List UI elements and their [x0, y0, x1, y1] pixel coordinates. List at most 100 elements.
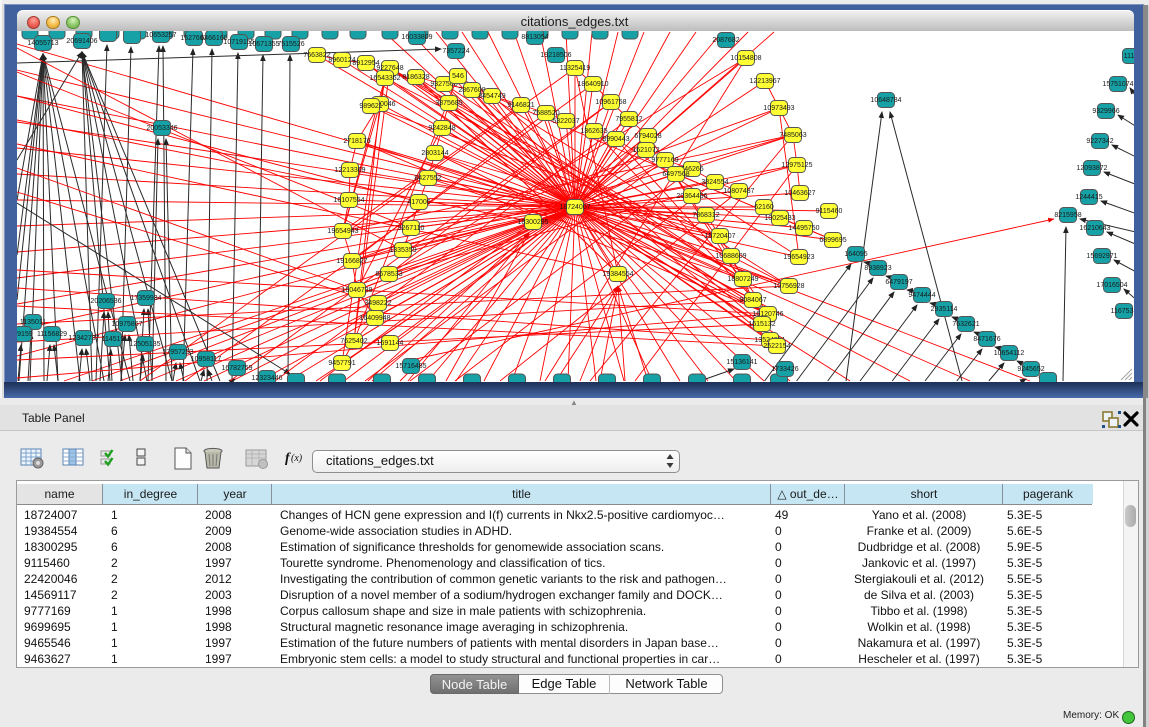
svg-text:546: 546 [452, 73, 464, 80]
svg-text:16046738: 16046738 [341, 287, 372, 294]
svg-text:7357224: 7357224 [442, 48, 469, 55]
svg-text:9115460: 9115460 [816, 208, 843, 215]
svg-text:8186328: 8186328 [402, 74, 429, 81]
svg-text:1167533: 1167533 [1111, 308, 1134, 315]
svg-text:15751074: 15751074 [1102, 81, 1133, 88]
svg-text:16543362: 16543362 [369, 75, 400, 82]
svg-text:6899695: 6899695 [819, 237, 846, 244]
svg-text:1135011: 1135011 [20, 319, 46, 326]
svg-text:3267110: 3267110 [398, 225, 425, 232]
svg-text:7588520: 7588520 [532, 110, 559, 117]
svg-text:39159: 39159 [17, 331, 33, 338]
svg-text:1733426: 1733426 [771, 366, 798, 373]
svg-text:19384554: 19384554 [602, 271, 633, 278]
svg-text:2935114: 2935114 [931, 306, 958, 313]
svg-text:9084067: 9084067 [739, 297, 766, 304]
svg-text:7485063: 7485063 [779, 132, 806, 139]
svg-text:7955812: 7955812 [615, 116, 642, 123]
svg-text:19654943: 19654943 [327, 228, 358, 235]
svg-text:1335359: 1335359 [389, 247, 416, 254]
svg-text:16409948: 16409948 [359, 315, 390, 322]
svg-text:1244415: 1244415 [1075, 194, 1102, 201]
svg-text:12342737: 12342737 [68, 335, 99, 342]
svg-text:8990443: 8990443 [602, 136, 629, 143]
svg-text:8938923: 8938923 [864, 265, 891, 272]
svg-text:8427552: 8427552 [414, 175, 441, 182]
svg-text:10648784: 10648784 [870, 97, 901, 104]
svg-text:14495750: 14495750 [788, 225, 819, 232]
svg-text:10154808: 10154808 [730, 55, 761, 62]
svg-text:114519: 114519 [102, 336, 125, 343]
svg-text:8471676: 8471676 [973, 336, 1000, 343]
svg-text:15136141: 15136141 [726, 359, 757, 366]
svg-text:17957253: 17957253 [162, 349, 193, 356]
svg-text:10671355: 10671355 [248, 41, 279, 48]
svg-text:11156829: 11156829 [37, 331, 67, 338]
svg-text:6794028: 6794028 [634, 133, 661, 140]
svg-text:20364436: 20364436 [676, 193, 707, 200]
svg-text:7625402: 7625402 [340, 338, 367, 345]
svg-text:10653257: 10653257 [145, 32, 176, 39]
svg-text:1117: 1117 [1124, 53, 1134, 60]
svg-text:9146821: 9146821 [507, 102, 534, 109]
svg-text:18807249: 18807249 [727, 276, 758, 283]
svg-text:10463627: 10463627 [784, 190, 815, 197]
svg-text:15716485: 15716485 [395, 363, 426, 370]
svg-text:62160: 62160 [754, 204, 774, 211]
svg-text:18640910: 18640910 [577, 81, 608, 88]
svg-text:18724007: 18724007 [559, 204, 590, 211]
svg-text:2522154: 2522154 [763, 343, 790, 350]
svg-text:2803144: 2803144 [421, 150, 448, 157]
svg-text:7632621: 7632621 [952, 321, 979, 328]
svg-text:1691144: 1691144 [377, 340, 404, 347]
svg-text:10807487: 10807487 [723, 188, 754, 195]
svg-text:12975125: 12975125 [781, 162, 812, 169]
svg-text:18300295: 18300295 [517, 219, 548, 226]
svg-text:16210643: 16210643 [1079, 225, 1110, 232]
svg-text:9242848: 9242848 [428, 125, 455, 132]
svg-text:6479197: 6479197 [885, 279, 912, 286]
svg-text:12093872: 12093872 [1076, 165, 1107, 172]
svg-text:1362635: 1362635 [580, 128, 607, 135]
svg-text:14055713: 14055713 [27, 40, 58, 47]
svg-text:10688609: 10688609 [715, 253, 746, 260]
svg-text:15720407: 15720407 [704, 233, 735, 240]
svg-text:3875685: 3875685 [435, 100, 462, 107]
svg-text:12213967: 12213967 [749, 78, 780, 85]
svg-text:7663822: 7663822 [303, 52, 330, 59]
svg-text:8813054: 8813054 [521, 34, 548, 41]
svg-text:(x): (x) [291, 453, 303, 464]
svg-text:12323446: 12323446 [251, 375, 282, 382]
svg-text:10958117: 10958117 [191, 356, 222, 363]
svg-text:9457791: 9457791 [328, 360, 355, 367]
svg-text:9329966: 9329966 [1092, 108, 1119, 115]
svg-text:10756928: 10756928 [773, 283, 804, 290]
svg-text:10961758: 10961758 [595, 99, 626, 106]
svg-text:11325419: 11325419 [560, 65, 591, 72]
svg-text:19166827: 19166827 [336, 258, 367, 265]
svg-text:2087682: 2087682 [712, 37, 739, 44]
svg-text:8215958: 8215958 [1054, 212, 1081, 219]
svg-text:8454749: 8454749 [478, 93, 505, 100]
svg-text:9777169: 9777169 [651, 157, 678, 164]
svg-text:8678533: 8678533 [375, 271, 402, 278]
svg-text:10025433: 10025433 [764, 215, 795, 222]
svg-text:417006: 417006 [407, 199, 430, 206]
svg-text:1615132: 1615132 [748, 321, 775, 328]
svg-text:9227342: 9227342 [1086, 138, 1113, 145]
svg-text:5322037: 5322037 [552, 118, 579, 125]
svg-text:12213369: 12213369 [334, 167, 365, 174]
svg-text:20206536: 20206536 [90, 298, 121, 305]
svg-text:6497568: 6497568 [662, 171, 689, 178]
svg-text:16107554: 16107554 [333, 197, 364, 204]
svg-text:15692971: 15692971 [1086, 253, 1117, 260]
svg-text:7515526: 7515526 [277, 41, 304, 48]
svg-text:3824554: 3824554 [701, 179, 728, 186]
svg-text:17016504: 17016504 [1096, 282, 1127, 289]
svg-text:20053346: 20053346 [146, 125, 177, 132]
svg-text:10973493: 10973493 [763, 105, 794, 112]
svg-text:19654923: 19654923 [783, 254, 814, 261]
svg-text:9245652: 9245652 [1017, 366, 1044, 373]
svg-text:989621: 989621 [359, 103, 382, 110]
svg-text:1621072: 1621072 [632, 147, 659, 154]
